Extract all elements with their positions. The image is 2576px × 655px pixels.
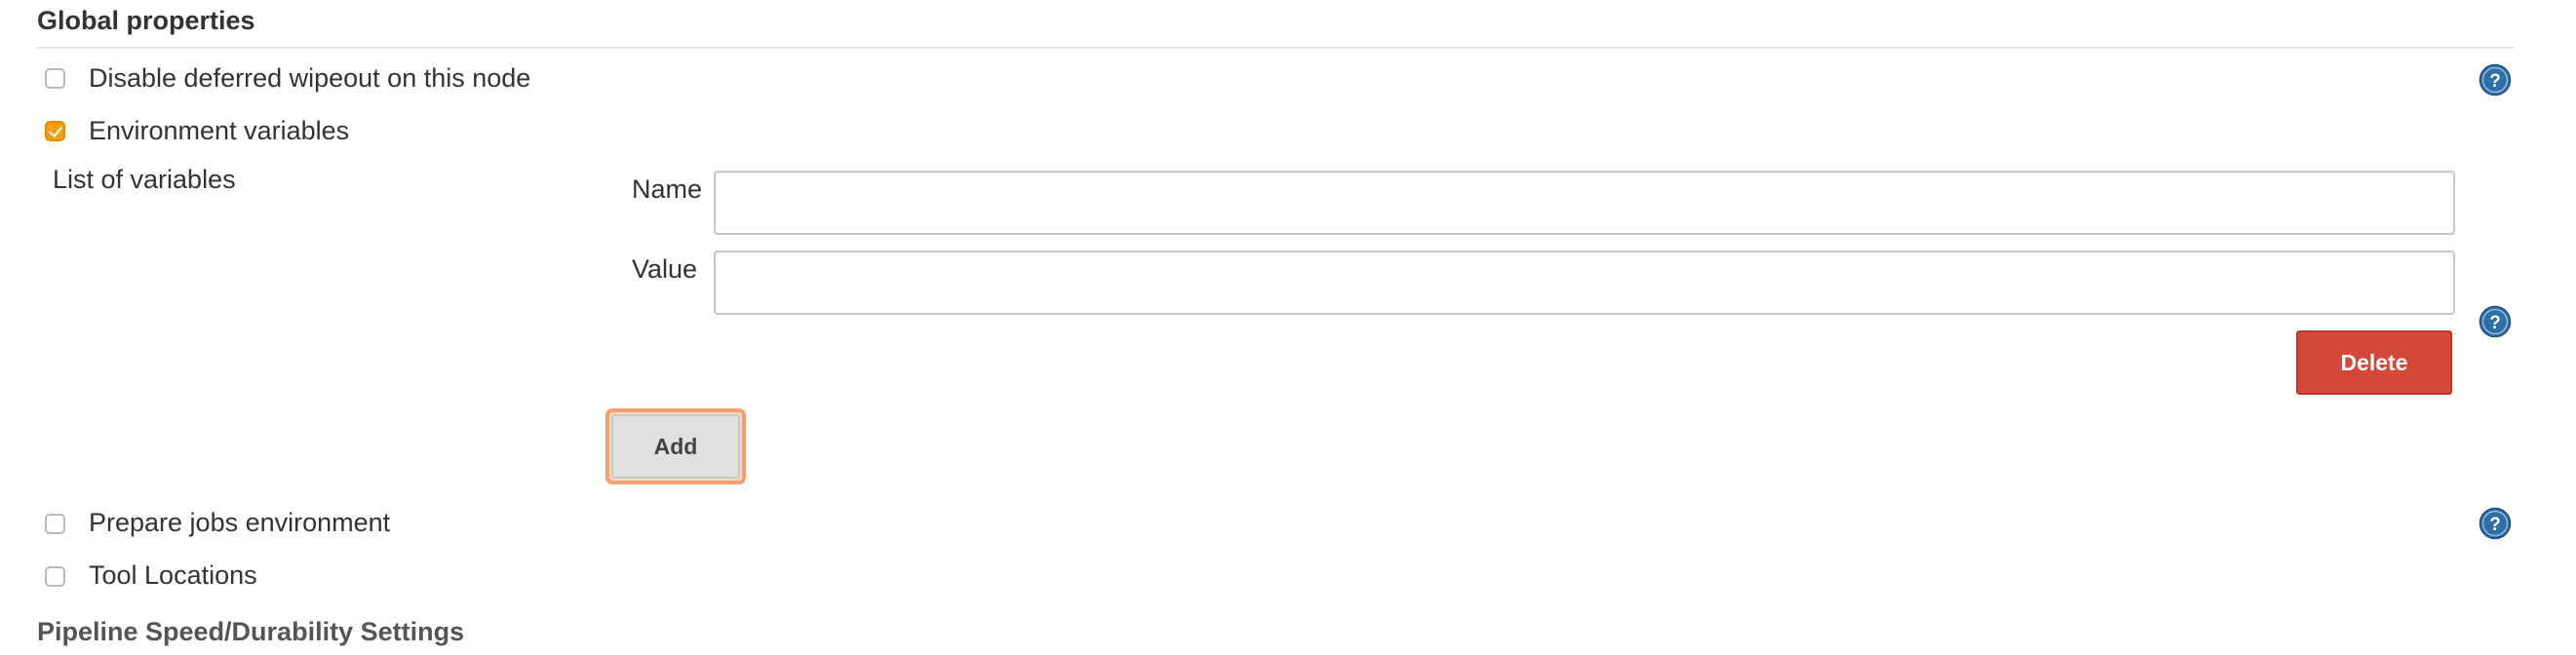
tool-locations-checkbox[interactable] — [45, 566, 65, 587]
disable-wipeout-label[interactable]: Disable deferred wipeout on this node — [89, 65, 530, 92]
help-icon[interactable]: ? — [2478, 63, 2512, 96]
delete-button[interactable]: Delete — [2296, 330, 2452, 395]
section-title-global-properties: Global properties — [37, 6, 255, 35]
environment-variables-label[interactable]: Environment variables — [89, 118, 349, 144]
svg-text:?: ? — [2489, 515, 2501, 535]
help-icon[interactable]: ? — [2478, 305, 2512, 338]
env-name-input[interactable] — [714, 171, 2455, 235]
disable-wipeout-checkbox[interactable] — [45, 68, 65, 89]
prepare-jobs-environment-checkbox[interactable] — [45, 514, 65, 534]
name-label: Name — [632, 174, 703, 204]
svg-text:?: ? — [2489, 71, 2501, 92]
list-of-variables-label: List of variables — [53, 165, 236, 194]
help-icon[interactable]: ? — [2478, 507, 2512, 540]
value-label: Value — [632, 254, 698, 284]
prepare-jobs-environment-label[interactable]: Prepare jobs environment — [89, 510, 390, 536]
environment-variables-checkbox[interactable] — [45, 121, 65, 141]
add-button[interactable]: Add — [611, 414, 740, 479]
svg-text:?: ? — [2489, 313, 2501, 333]
tool-locations-label[interactable]: Tool Locations — [89, 562, 257, 589]
env-value-input[interactable] — [714, 250, 2455, 315]
section-divider — [37, 47, 2514, 49]
section-title-pipeline-speed: Pipeline Speed/Durability Settings — [37, 617, 465, 646]
